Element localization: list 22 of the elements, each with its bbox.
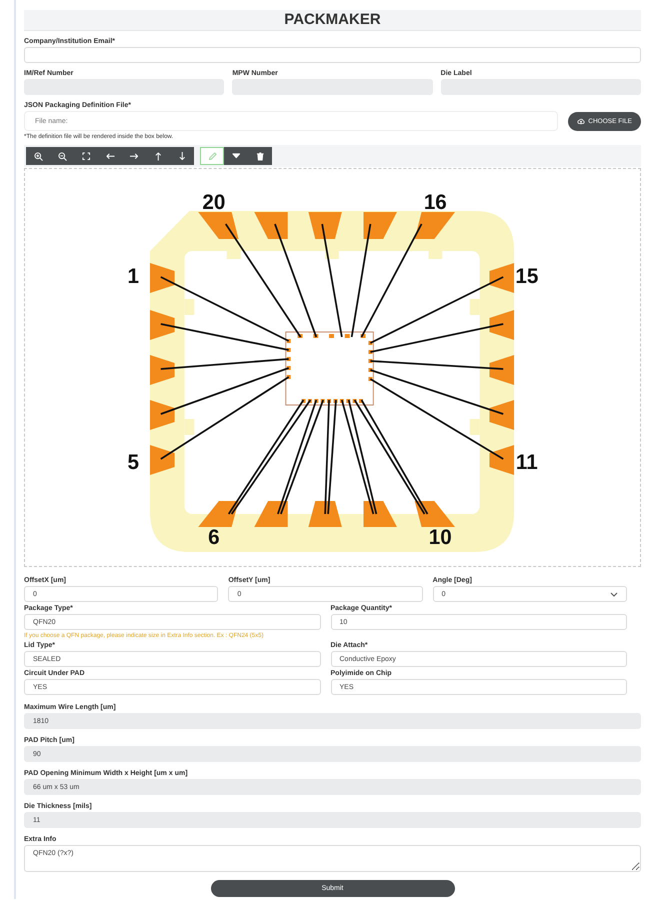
funnel-icon — [232, 152, 240, 160]
pin-number: 20 — [202, 190, 226, 214]
pin-number: 15 — [515, 264, 538, 288]
drawing-canvas[interactable]: 20 16 1 15 5 11 6 10 — [24, 168, 641, 567]
pin-number: 1 — [128, 264, 139, 288]
pin-number: 11 — [516, 450, 538, 474]
pin-number: 16 — [424, 190, 447, 214]
arrow-left-icon — [106, 152, 114, 160]
fullscreen-icon — [82, 152, 90, 160]
chevron-down-icon — [610, 592, 618, 596]
arrow-up-icon — [154, 152, 162, 160]
trash-icon — [256, 152, 264, 160]
arrow-right-icon — [130, 152, 138, 160]
pin-number: 6 — [208, 526, 220, 550]
arrow-down-icon — [178, 152, 186, 160]
zoom-in-icon — [34, 152, 42, 160]
page-title: PACKMAKER — [24, 10, 641, 31]
pencil-icon — [208, 152, 216, 160]
pin-number: 10 — [428, 526, 452, 550]
zoom-out-icon — [58, 152, 66, 160]
pin-number: 5 — [128, 450, 139, 474]
cloud-upload-icon — [577, 118, 586, 124]
